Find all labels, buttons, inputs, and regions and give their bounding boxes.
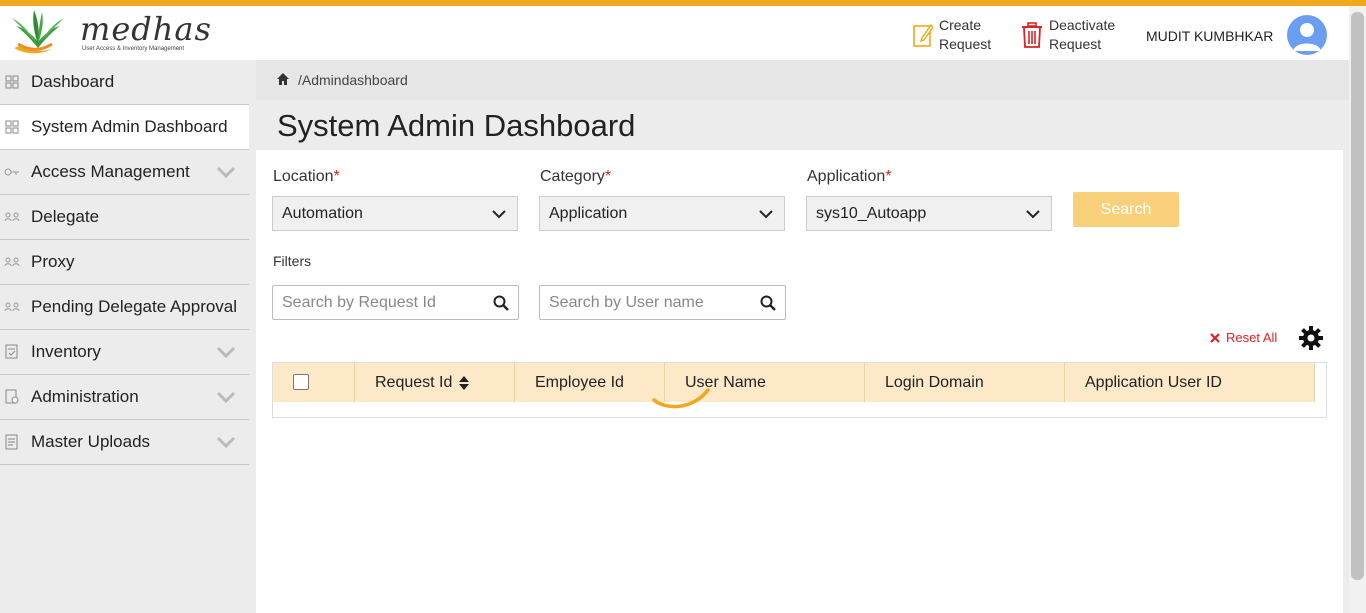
sidebar-item-label: Inventory bbox=[31, 342, 101, 361]
request-id-search-input[interactable] bbox=[273, 286, 473, 319]
sidebar: Dashboard System Admin Dashboard Access … bbox=[0, 60, 249, 613]
sidebar-item-label: Delegate bbox=[31, 207, 100, 226]
search-icon[interactable] bbox=[760, 295, 776, 311]
column-label: Employee Id bbox=[535, 373, 624, 391]
users-icon bbox=[4, 299, 20, 315]
create-request-label-2: Request bbox=[939, 36, 992, 52]
reset-all-button[interactable]: Reset All bbox=[1210, 330, 1277, 345]
sidebar-item-pending-delegate-approval[interactable]: Pending Delegate Approval bbox=[0, 285, 249, 330]
create-request-label-1: Create bbox=[939, 17, 982, 33]
location-select[interactable]: Automation bbox=[272, 196, 518, 231]
document-gear-icon bbox=[4, 389, 20, 405]
gear-icon[interactable] bbox=[1298, 325, 1324, 351]
request-id-search-box bbox=[272, 285, 519, 320]
create-request-button[interactable]: Create Request bbox=[913, 16, 991, 54]
column-label: Request Id bbox=[375, 373, 453, 391]
chevron-down-icon bbox=[216, 391, 236, 404]
loading-spinner-icon bbox=[652, 388, 710, 409]
edit-document-icon bbox=[913, 23, 933, 47]
avatar[interactable] bbox=[1287, 15, 1327, 55]
sidebar-item-system-admin-dashboard[interactable]: System Admin Dashboard bbox=[0, 105, 249, 150]
column-header-application-user-id[interactable]: Application User ID bbox=[1065, 363, 1315, 402]
column-header-request-id[interactable]: Request Id bbox=[355, 363, 515, 402]
deactivate-request-label-2: Request bbox=[1049, 36, 1102, 52]
application-label: Application* bbox=[807, 168, 892, 185]
sidebar-item-administration[interactable]: Administration bbox=[0, 375, 249, 420]
page-title: System Admin Dashboard bbox=[277, 108, 636, 143]
key-icon bbox=[4, 164, 20, 180]
sidebar-item-label: Master Uploads bbox=[31, 432, 151, 451]
sidebar-item-label: Proxy bbox=[31, 252, 75, 271]
search-button[interactable]: Search bbox=[1073, 192, 1179, 227]
application-select[interactable]: sys10_Autoapp bbox=[806, 196, 1052, 231]
select-all-checkbox[interactable] bbox=[293, 374, 309, 390]
chevron-down-icon bbox=[492, 210, 506, 219]
app-header: medhas User Access & Inventory Managemen… bbox=[0, 6, 1349, 60]
sidebar-item-label: Dashboard bbox=[31, 72, 115, 91]
breadcrumb-bar bbox=[256, 60, 1349, 100]
table-header: Request Id Employee Id User Name Login D… bbox=[273, 363, 1315, 402]
sort-icon[interactable] bbox=[458, 375, 470, 391]
user-name[interactable]: MUDIT KUMBHKAR bbox=[1146, 28, 1273, 44]
user-name-search-box bbox=[539, 285, 786, 320]
chevron-down-icon bbox=[216, 346, 236, 359]
brand-name: medhas bbox=[80, 10, 212, 48]
column-label: Application User ID bbox=[1085, 373, 1222, 391]
category-select[interactable]: Application bbox=[539, 196, 785, 231]
column-header-login-domain[interactable]: Login Domain bbox=[865, 363, 1065, 402]
leaf-logo-icon bbox=[12, 10, 64, 54]
sidebar-item-inventory[interactable]: Inventory bbox=[0, 330, 249, 375]
clipboard-icon bbox=[4, 344, 20, 360]
deactivate-request-label-1: Deactivate bbox=[1049, 17, 1116, 33]
scrollbar-thumb[interactable] bbox=[1351, 12, 1364, 580]
sidebar-item-label: Access Management bbox=[31, 162, 190, 181]
home-icon[interactable] bbox=[276, 72, 290, 86]
user-avatar-icon bbox=[1293, 23, 1321, 51]
sidebar-item-label: System Admin Dashboard bbox=[31, 117, 228, 136]
column-label: Login Domain bbox=[885, 373, 984, 391]
search-icon[interactable] bbox=[493, 295, 509, 311]
chevron-down-icon bbox=[759, 210, 773, 219]
brand-logo[interactable]: medhas User Access & Inventory Managemen… bbox=[10, 8, 211, 58]
location-label: Location* bbox=[273, 168, 340, 185]
sidebar-item-dashboard[interactable]: Dashboard bbox=[0, 60, 249, 105]
category-value: Application bbox=[549, 204, 628, 222]
requests-table: Request Id Employee Id User Name Login D… bbox=[272, 362, 1327, 418]
users-icon bbox=[4, 209, 20, 225]
filters-label: Filters bbox=[273, 253, 312, 269]
users-icon bbox=[4, 254, 20, 270]
breadcrumb[interactable]: /Admindashboard bbox=[298, 72, 408, 88]
deactivate-request-button[interactable]: Deactivate Request bbox=[1021, 16, 1115, 54]
grid-icon bbox=[4, 74, 20, 90]
grid-icon bbox=[4, 119, 20, 135]
reset-all-label: Reset All bbox=[1226, 330, 1278, 345]
sidebar-item-label: Administration bbox=[31, 387, 139, 406]
brand-tagline: User Access & Inventory Management bbox=[82, 46, 185, 52]
chevron-down-icon bbox=[216, 436, 236, 449]
sidebar-item-delegate[interactable]: Delegate bbox=[0, 195, 249, 240]
sidebar-item-access-management[interactable]: Access Management bbox=[0, 150, 249, 195]
user-name-search-input[interactable] bbox=[540, 286, 740, 319]
trash-icon bbox=[1022, 22, 1042, 48]
select-all-header bbox=[273, 363, 355, 402]
column-header-employee-id[interactable]: Employee Id bbox=[515, 363, 665, 402]
chevron-down-icon bbox=[216, 166, 236, 179]
document-icon bbox=[4, 434, 20, 450]
close-icon bbox=[1210, 332, 1220, 343]
sidebar-item-label: Pending Delegate Approval bbox=[31, 297, 238, 316]
application-value: sys10_Autoapp bbox=[816, 204, 927, 222]
category-label: Category* bbox=[540, 168, 612, 185]
sidebar-item-master-uploads[interactable]: Master Uploads bbox=[0, 420, 249, 465]
sidebar-item-proxy[interactable]: Proxy bbox=[0, 240, 249, 285]
chevron-down-icon bbox=[1026, 210, 1040, 219]
location-value: Automation bbox=[282, 204, 363, 222]
